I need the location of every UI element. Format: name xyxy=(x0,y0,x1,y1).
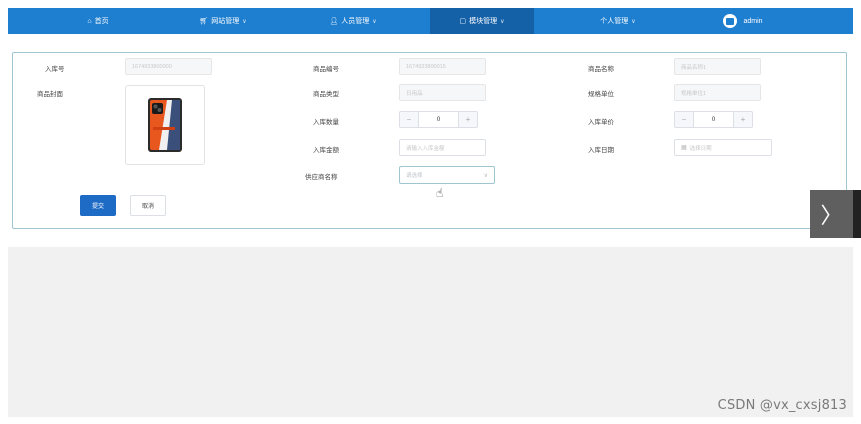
supplier-label: 供应商名称 xyxy=(305,174,338,181)
nav-home-label: 首页 xyxy=(94,18,109,25)
top-navigation: ⌂ 首页 🛒︎ 网站管理 ∨ 👤︎ 人员管理 ∨ ▢ 模块管理 ∨ 个人管理 ∨… xyxy=(8,8,853,34)
module-icon: ▢ xyxy=(459,18,467,25)
spec-unit-label: 规格单位 xyxy=(588,91,614,98)
stock-no-label: 入库号 xyxy=(45,66,65,73)
decrement-button[interactable]: − xyxy=(675,112,694,127)
content-background xyxy=(8,247,853,417)
amount-field[interactable]: 请输入入库金额 xyxy=(399,139,486,156)
cover-label: 商品封面 xyxy=(37,91,63,98)
qty-value[interactable]: 0 xyxy=(419,112,458,127)
chevron-down-icon: ∨ xyxy=(242,18,247,25)
nav-module-label: 模块管理 xyxy=(469,18,498,25)
increment-button[interactable]: + xyxy=(458,112,477,127)
nav-site-management[interactable]: 🛒︎ 网站管理 ∨ xyxy=(183,8,263,34)
qty-label: 入库数量 xyxy=(313,119,339,126)
cart-icon: 🛒︎ xyxy=(199,18,209,25)
supplier-placeholder: 请选择 xyxy=(406,173,423,179)
phone-image xyxy=(148,98,182,152)
nav-personal-management[interactable]: 个人管理 ∨ xyxy=(578,8,658,34)
nav-user[interactable]: admin xyxy=(708,8,778,34)
cancel-button[interactable]: 取消 xyxy=(130,195,166,216)
chevron-down-icon: ∨ xyxy=(483,172,488,179)
product-code-field[interactable]: 1674933800015 xyxy=(399,58,486,75)
avatar xyxy=(723,14,738,28)
stock-in-form: 入库号 1674933800000 商品编号 1674933800015 商品名… xyxy=(12,52,847,229)
date-picker[interactable]: ▦ 选择日期 xyxy=(674,139,772,156)
product-type-label: 商品类型 xyxy=(313,91,339,98)
watermark: CSDN @vx_cxsj813 xyxy=(717,398,847,413)
user-name: admin xyxy=(743,17,763,25)
decrement-button[interactable]: − xyxy=(400,112,419,127)
hand-cursor-icon: ☝︎ xyxy=(436,186,444,200)
date-placeholder: 选择日期 xyxy=(689,145,712,152)
product-name-field[interactable]: 商品名称1 xyxy=(674,58,761,75)
nav-site-label: 网站管理 xyxy=(211,18,240,25)
home-icon: ⌂ xyxy=(87,17,92,25)
product-type-field[interactable]: 日用品 xyxy=(399,84,486,101)
calendar-icon: ▦ xyxy=(681,145,687,151)
product-cover-upload[interactable] xyxy=(125,85,205,165)
nav-home[interactable]: ⌂ 首页 xyxy=(68,8,128,34)
nav-personal-label: 个人管理 xyxy=(600,18,629,25)
amount-label: 入库金额 xyxy=(313,147,339,154)
chevron-down-icon: ∨ xyxy=(372,18,377,25)
chevron-down-icon: ∨ xyxy=(500,18,505,25)
unit-price-value[interactable]: 0 xyxy=(694,112,733,127)
supplier-select[interactable]: 请选择 ∨ xyxy=(399,166,495,184)
submit-button[interactable]: 提交 xyxy=(80,195,116,216)
product-name-label: 商品名称 xyxy=(588,66,614,73)
spec-unit-field[interactable]: 规格单位1 xyxy=(674,84,761,101)
nav-module-management[interactable]: ▢ 模块管理 ∨ xyxy=(430,8,534,34)
nav-staff-management[interactable]: 👤︎ 人员管理 ∨ xyxy=(313,8,393,34)
stock-no-field[interactable]: 1674933800000 xyxy=(125,58,212,75)
edge-bar xyxy=(853,190,861,238)
nav-staff-label: 人员管理 xyxy=(341,18,370,25)
person-icon: 👤︎ xyxy=(329,18,339,25)
chevron-down-icon: ∨ xyxy=(631,18,636,25)
date-label: 入库日期 xyxy=(588,147,614,154)
unit-price-label: 入库单价 xyxy=(588,119,614,126)
qty-stepper[interactable]: − 0 + xyxy=(399,111,478,128)
increment-button[interactable]: + xyxy=(733,112,752,127)
unit-price-stepper[interactable]: − 0 + xyxy=(674,111,753,128)
product-code-label: 商品编号 xyxy=(313,66,339,73)
chevron-right-icon[interactable]: 〉 xyxy=(810,190,853,238)
